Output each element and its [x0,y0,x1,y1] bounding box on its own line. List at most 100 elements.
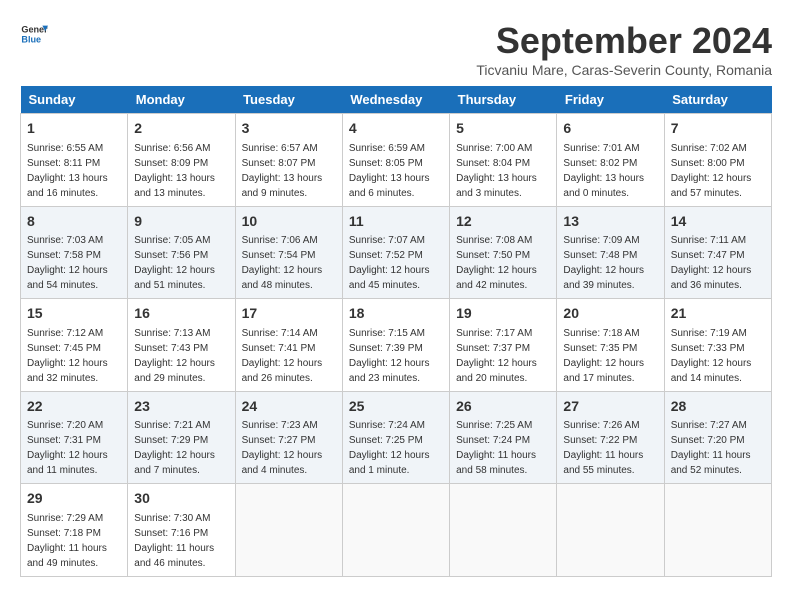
calendar-cell: 7 Sunrise: 7:02 AM Sunset: 8:00 PM Daylig… [664,114,771,207]
calendar-cell: 2Sunrise: 6:56 AM Sunset: 8:09 PM Daylig… [128,114,235,207]
calendar-cell [342,484,449,577]
weekday-header-tuesday: Tuesday [235,86,342,114]
day-number: 22 [27,397,121,417]
day-number: 19 [456,304,550,324]
day-info: Sunrise: 7:14 AM Sunset: 7:41 PM Dayligh… [242,328,323,384]
day-info: Sunrise: 7:26 AM Sunset: 7:22 PM Dayligh… [563,420,643,476]
calendar-cell: 15 Sunrise: 7:12 AM Sunset: 7:45 PM Dayli… [21,299,128,392]
calendar-cell: 6 Sunrise: 7:01 AM Sunset: 8:02 PM Daylig… [557,114,664,207]
day-info: Sunrise: 6:56 AM Sunset: 8:09 PM Dayligh… [134,143,215,199]
calendar-cell: 4 Sunrise: 6:59 AM Sunset: 8:05 PM Daylig… [342,114,449,207]
calendar-cell: 10 Sunrise: 7:06 AM Sunset: 7:54 PM Dayli… [235,206,342,299]
calendar-cell: 18 Sunrise: 7:15 AM Sunset: 7:39 PM Dayli… [342,299,449,392]
calendar-cell: 14 Sunrise: 7:11 AM Sunset: 7:47 PM Dayli… [664,206,771,299]
day-info: Sunrise: 7:08 AM Sunset: 7:50 PM Dayligh… [456,235,537,291]
calendar-cell: 20 Sunrise: 7:18 AM Sunset: 7:35 PM Dayli… [557,299,664,392]
day-info: Sunrise: 7:19 AM Sunset: 7:33 PM Dayligh… [671,328,752,384]
weekday-header-friday: Friday [557,86,664,114]
calendar-cell: 9 Sunrise: 7:05 AM Sunset: 7:56 PM Daylig… [128,206,235,299]
day-number: 11 [349,212,443,232]
day-info: Sunrise: 7:01 AM Sunset: 8:02 PM Dayligh… [563,143,644,199]
calendar-cell: 27Sunrise: 7:26 AM Sunset: 7:22 PM Dayli… [557,391,664,484]
calendar-cell: 12 Sunrise: 7:08 AM Sunset: 7:50 PM Dayli… [450,206,557,299]
day-info: Sunrise: 7:17 AM Sunset: 7:37 PM Dayligh… [456,328,537,384]
day-info: Sunrise: 7:11 AM Sunset: 7:47 PM Dayligh… [671,235,752,291]
calendar-table: SundayMondayTuesdayWednesdayThursdayFrid… [20,86,772,577]
day-info: Sunrise: 7:07 AM Sunset: 7:52 PM Dayligh… [349,235,430,291]
day-number: 5 [456,119,550,139]
calendar-cell [235,484,342,577]
day-info: Sunrise: 7:12 AM Sunset: 7:45 PM Dayligh… [27,328,108,384]
day-number: 17 [242,304,336,324]
weekday-header-monday: Monday [128,86,235,114]
day-info: Sunrise: 7:06 AM Sunset: 7:54 PM Dayligh… [242,235,323,291]
day-number: 6 [563,119,657,139]
day-info: Sunrise: 7:20 AM Sunset: 7:31 PM Dayligh… [27,420,108,476]
day-number: 26 [456,397,550,417]
calendar-cell: 29 Sunrise: 7:29 AM Sunset: 7:18 PM Dayli… [21,484,128,577]
calendar-cell: 21 Sunrise: 7:19 AM Sunset: 7:33 PM Dayli… [664,299,771,392]
day-number: 4 [349,119,443,139]
day-info: Sunrise: 7:29 AM Sunset: 7:18 PM Dayligh… [27,513,107,569]
day-info: Sunrise: 6:55 AM Sunset: 8:11 PM Dayligh… [27,143,108,199]
month-title: September 2024 [476,20,772,62]
day-number: 10 [242,212,336,232]
calendar-cell: 26 Sunrise: 7:25 AM Sunset: 7:24 PM Dayli… [450,391,557,484]
svg-text:Blue: Blue [21,34,41,44]
day-number: 8 [27,212,121,232]
calendar-cell [557,484,664,577]
calendar-cell: 22 Sunrise: 7:20 AM Sunset: 7:31 PM Dayli… [21,391,128,484]
day-number: 13 [563,212,657,232]
day-number: 29 [27,489,121,509]
day-info: Sunrise: 6:57 AM Sunset: 8:07 PM Dayligh… [242,143,323,199]
day-number: 23 [134,397,228,417]
day-number: 12 [456,212,550,232]
day-info: Sunrise: 7:23 AM Sunset: 7:27 PM Dayligh… [242,420,323,476]
day-info: Sunrise: 7:00 AM Sunset: 8:04 PM Dayligh… [456,143,537,199]
day-number: 1 [27,119,121,139]
calendar-cell: 30 Sunrise: 7:30 AM Sunset: 7:16 PM Dayli… [128,484,235,577]
day-info: Sunrise: 7:05 AM Sunset: 7:56 PM Dayligh… [134,235,215,291]
day-info: Sunrise: 7:09 AM Sunset: 7:48 PM Dayligh… [563,235,644,291]
day-info: Sunrise: 7:13 AM Sunset: 7:43 PM Dayligh… [134,328,215,384]
day-info: Sunrise: 7:02 AM Sunset: 8:00 PM Dayligh… [671,143,752,199]
calendar-cell: 19 Sunrise: 7:17 AM Sunset: 7:37 PM Dayli… [450,299,557,392]
day-number: 21 [671,304,765,324]
day-info: Sunrise: 6:59 AM Sunset: 8:05 PM Dayligh… [349,143,430,199]
day-number: 7 [671,119,765,139]
weekday-header-sunday: Sunday [21,86,128,114]
day-number: 9 [134,212,228,232]
day-info: Sunrise: 7:30 AM Sunset: 7:16 PM Dayligh… [134,513,214,569]
day-info: Sunrise: 7:24 AM Sunset: 7:25 PM Dayligh… [349,420,430,476]
weekday-header-saturday: Saturday [664,86,771,114]
day-info: Sunrise: 7:03 AM Sunset: 7:58 PM Dayligh… [27,235,108,291]
day-number: 20 [563,304,657,324]
calendar-cell: 13 Sunrise: 7:09 AM Sunset: 7:48 PM Dayli… [557,206,664,299]
logo: General Blue [20,20,52,48]
day-info: Sunrise: 7:27 AM Sunset: 7:20 PM Dayligh… [671,420,751,476]
day-number: 24 [242,397,336,417]
weekday-header-thursday: Thursday [450,86,557,114]
calendar-cell: 5 Sunrise: 7:00 AM Sunset: 8:04 PM Daylig… [450,114,557,207]
day-info: Sunrise: 7:15 AM Sunset: 7:39 PM Dayligh… [349,328,430,384]
day-number: 28 [671,397,765,417]
calendar-cell: 23 Sunrise: 7:21 AM Sunset: 7:29 PM Dayli… [128,391,235,484]
calendar-cell: 25Sunrise: 7:24 AM Sunset: 7:25 PM Dayli… [342,391,449,484]
day-info: Sunrise: 7:18 AM Sunset: 7:35 PM Dayligh… [563,328,644,384]
calendar-cell: 11 Sunrise: 7:07 AM Sunset: 7:52 PM Dayli… [342,206,449,299]
calendar-cell: 24 Sunrise: 7:23 AM Sunset: 7:27 PM Dayli… [235,391,342,484]
calendar-cell: 1 Sunrise: 6:55 AM Sunset: 8:11 PM Daylig… [21,114,128,207]
day-number: 30 [134,489,228,509]
day-number: 14 [671,212,765,232]
day-number: 18 [349,304,443,324]
day-number: 15 [27,304,121,324]
calendar-cell: 16 Sunrise: 7:13 AM Sunset: 7:43 PM Dayli… [128,299,235,392]
calendar-cell: 8 Sunrise: 7:03 AM Sunset: 7:58 PM Daylig… [21,206,128,299]
calendar-cell: 17 Sunrise: 7:14 AM Sunset: 7:41 PM Dayli… [235,299,342,392]
day-info: Sunrise: 7:25 AM Sunset: 7:24 PM Dayligh… [456,420,536,476]
day-info: Sunrise: 7:21 AM Sunset: 7:29 PM Dayligh… [134,420,215,476]
location-title: Ticvaniu Mare, Caras-Severin County, Rom… [476,62,772,78]
calendar-cell [664,484,771,577]
day-number: 3 [242,119,336,139]
day-number: 16 [134,304,228,324]
